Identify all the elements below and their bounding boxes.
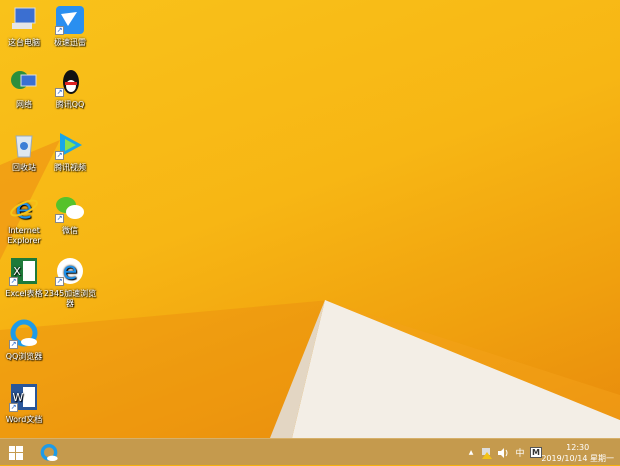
shortcut-arrow-icon: ↗ (55, 277, 64, 286)
desktop-icon-thunder[interactable]: ↗ 极速迅雷 (40, 5, 100, 48)
ime-language-indicator[interactable]: 中 (513, 439, 527, 466)
computer-icon (9, 5, 39, 35)
taskbar-qq-browser-button[interactable] (36, 439, 62, 466)
desktop-icon-wechat[interactable]: ↗ 微信 (40, 193, 100, 236)
desktop-icon-tencent-video[interactable]: ↗ 腾讯视频 (40, 130, 100, 173)
ime-mode-label: M (530, 447, 542, 458)
desktop-icon-2345-browser[interactable]: e ↗ 2345加速浏览器 (40, 256, 100, 309)
desktop-icon-qq-browser[interactable]: ↗ QQ浏览器 (0, 319, 54, 362)
desktop: 这台电脑 ↗ 极速迅雷 网络 ↗ 腾讯QQ 回收站 ↗ 腾讯视频 e Inter… (0, 0, 620, 438)
network-icon (9, 67, 39, 97)
qq-penguin-icon: ↗ (55, 67, 85, 97)
tencent-video-icon: ↗ (55, 130, 85, 160)
network-status-icon[interactable] (480, 439, 494, 466)
shortcut-arrow-icon: ↗ (55, 26, 64, 35)
word-icon: W ↗ (9, 382, 39, 412)
recycle-bin-icon (9, 130, 39, 160)
ie-icon: e (9, 192, 39, 225)
svg-text:e: e (63, 257, 78, 285)
desktop-icon-qq[interactable]: ↗ 腾讯QQ (40, 67, 100, 110)
svg-text:e: e (15, 193, 32, 223)
qq-browser-icon: ↗ (9, 319, 39, 349)
wechat-icon: ↗ (55, 193, 85, 223)
start-button[interactable] (4, 439, 28, 466)
shortcut-arrow-icon: ↗ (9, 340, 18, 349)
desktop-icon-word[interactable]: W ↗ Word文档 (0, 382, 54, 425)
shortcut-arrow-icon: ↗ (9, 277, 18, 286)
shortcut-arrow-icon: ↗ (9, 403, 18, 412)
ime-mode-button[interactable]: M (530, 439, 542, 466)
volume-icon[interactable] (496, 439, 510, 466)
browser-2345-icon: e ↗ (55, 256, 85, 286)
show-hidden-icons-button[interactable]: ▲ (466, 439, 476, 466)
clock-date: 2019/10/14 星期一 (541, 454, 614, 463)
clock[interactable]: 12:30 2019/10/14 星期一 (541, 442, 614, 464)
qq-browser-icon (40, 443, 58, 461)
clock-time: 12:30 (566, 443, 590, 452)
shortcut-arrow-icon: ↗ (55, 151, 64, 160)
thunder-bird-icon: ↗ (55, 5, 85, 35)
taskbar: ▲ 中 M 12:30 2019/10/14 星期一 (0, 438, 620, 465)
excel-icon: X ↗ (9, 256, 39, 286)
shortcut-arrow-icon: ↗ (55, 88, 64, 97)
shortcut-arrow-icon: ↗ (55, 214, 64, 223)
windows-logo-icon (9, 445, 23, 460)
